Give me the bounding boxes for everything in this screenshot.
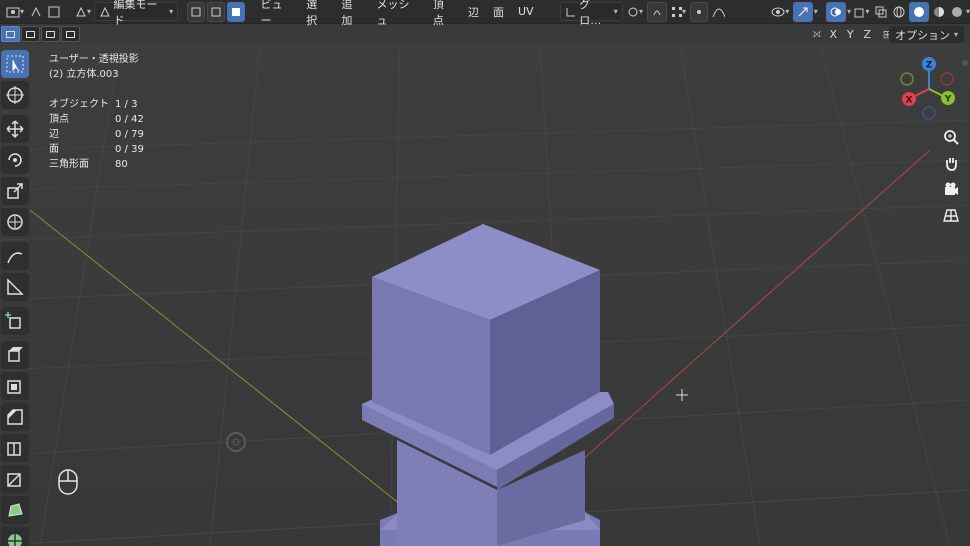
chevron-down-icon[interactable]: ▾ [814,7,818,16]
loop-cut-tool-icon[interactable] [1,434,29,462]
inset-tool-icon[interactable] [1,372,29,400]
gizmo-toggle-icon[interactable] [793,1,813,22]
rotate-tool-icon[interactable] [1,146,29,174]
header-bar: ▾ ▾ 編集モード ▾ ビュー 選択 追加 メッシュ 頂点 辺 面 UV グロ…… [0,0,970,27]
chevron-down-icon: ▾ [785,7,790,16]
options-dropdown[interactable]: オプション ▾ [888,26,964,43]
wireframe-shading-icon[interactable] [890,2,908,22]
snap-icon[interactable] [27,2,45,22]
chevron-down-icon: ▾ [865,7,870,16]
select-mode-group [1,26,81,42]
face-select-button[interactable] [226,1,245,22]
menu-edge[interactable]: 辺 [461,4,486,20]
select-extend-icon[interactable] [21,26,40,42]
gizmo-side-dot [962,60,968,66]
perspective-grid-icon[interactable] [940,204,962,226]
select-invert-icon[interactable] [61,26,80,42]
chevron-down-icon: ▾ [953,30,958,39]
move-tool-icon[interactable] [1,115,29,143]
solid-shading-icon[interactable] [909,1,929,22]
mesh-edit-overlay-icon[interactable]: ▾ [851,2,872,22]
chevron-down-icon[interactable]: ▾ [966,7,970,16]
stat-objects: オブジェクト 1 / 3 [49,99,138,110]
poly-build-tool-icon[interactable] [1,496,29,524]
tool-settings-row: ⟗ X Y Z ⊞ オプション ▾ [0,24,970,44]
annotate-tool-icon[interactable] [1,242,29,270]
stat-edges: 辺 0 / 79 [49,129,144,140]
zoom-icon[interactable] [940,126,962,148]
select-new-icon[interactable] [1,26,20,42]
stat-vertices: 頂点 0 / 42 [49,114,144,125]
orientation-icon[interactable]: ▾ [71,2,94,22]
stat-faces: 面 0 / 39 [49,144,144,155]
chevron-down-icon: ▾ [169,7,174,16]
menu-uv[interactable]: UV [511,5,541,18]
chevron-down-icon: ▾ [20,7,25,16]
pivot-point-icon[interactable]: ▾ [623,2,646,22]
view-name: ユーザー・透視投影 [49,54,139,65]
visibility-icon[interactable]: ▾ [767,2,792,22]
mirror-axis-z[interactable]: Z [859,26,875,42]
object-name: (2) 立方体.003 [49,69,119,80]
cursor-tool-icon[interactable] [1,81,29,109]
spin-tool-icon[interactable] [1,527,29,546]
select-subtract-icon[interactable] [41,26,60,42]
edit-mode-icon [100,6,110,16]
gizmo-y-label: Y [944,95,952,105]
xray-toggle-icon[interactable] [872,2,890,22]
chevron-down-icon: ▾ [87,7,92,16]
edge-select-button[interactable] [206,1,225,22]
viewport-info-overlay: ユーザー・透視投影 (2) 立方体.003 オブジェクト 1 / 3 頂点 0 … [49,52,144,172]
stat-triangles: 三角形面 80 [49,159,128,170]
mirror-axis-x[interactable]: X [825,26,841,42]
extrude-tool-icon[interactable] [1,341,29,369]
measure-tool-icon[interactable] [1,273,29,301]
vertex-select-button[interactable] [186,1,205,22]
material-shading-icon[interactable] [930,2,948,22]
add-cube-tool-icon[interactable] [1,307,29,335]
rendered-shading-icon[interactable] [948,2,966,22]
options-label: オプション [894,28,950,42]
select-box-tool-icon[interactable] [1,50,29,78]
gizmo-z-label: Z [926,61,933,71]
mesh-object [362,224,614,546]
editor-type-icon[interactable]: ▾ [3,2,27,22]
mirror-icon: ⟗ [812,27,822,40]
gizmo-x-label: X [906,96,913,106]
pan-hand-icon[interactable] [940,152,962,174]
chevron-down-icon: ▾ [613,7,618,16]
mirror-axis-y[interactable]: Y [842,26,858,42]
snap-toggle-icon[interactable] [647,1,667,22]
overlays-toggle-icon[interactable] [826,1,846,22]
camera-icon[interactable] [940,178,962,200]
falloff-icon[interactable] [709,2,728,22]
orientation-axes-icon [566,7,575,16]
overlay-toggle-icon[interactable] [45,2,63,22]
bevel-tool-icon[interactable] [1,403,29,431]
knife-tool-icon[interactable] [1,465,29,493]
transform-tool-icon[interactable] [1,208,29,236]
mode-dropdown[interactable]: 編集モード ▾ [94,0,179,27]
left-toolbar [1,50,31,546]
scale-tool-icon[interactable] [1,177,29,205]
3d-viewport[interactable] [0,44,970,546]
proportional-edit-icon[interactable] [690,1,709,22]
snap-target-icon[interactable]: ▾ [668,2,689,22]
chevron-down-icon: ▾ [639,7,644,16]
menu-face[interactable]: 面 [486,4,511,20]
navigation-gizmo[interactable]: Z X Y [893,55,965,123]
chevron-down-icon: ▾ [682,7,687,16]
transform-orientation-dropdown[interactable]: グロ… ▾ [559,0,623,27]
